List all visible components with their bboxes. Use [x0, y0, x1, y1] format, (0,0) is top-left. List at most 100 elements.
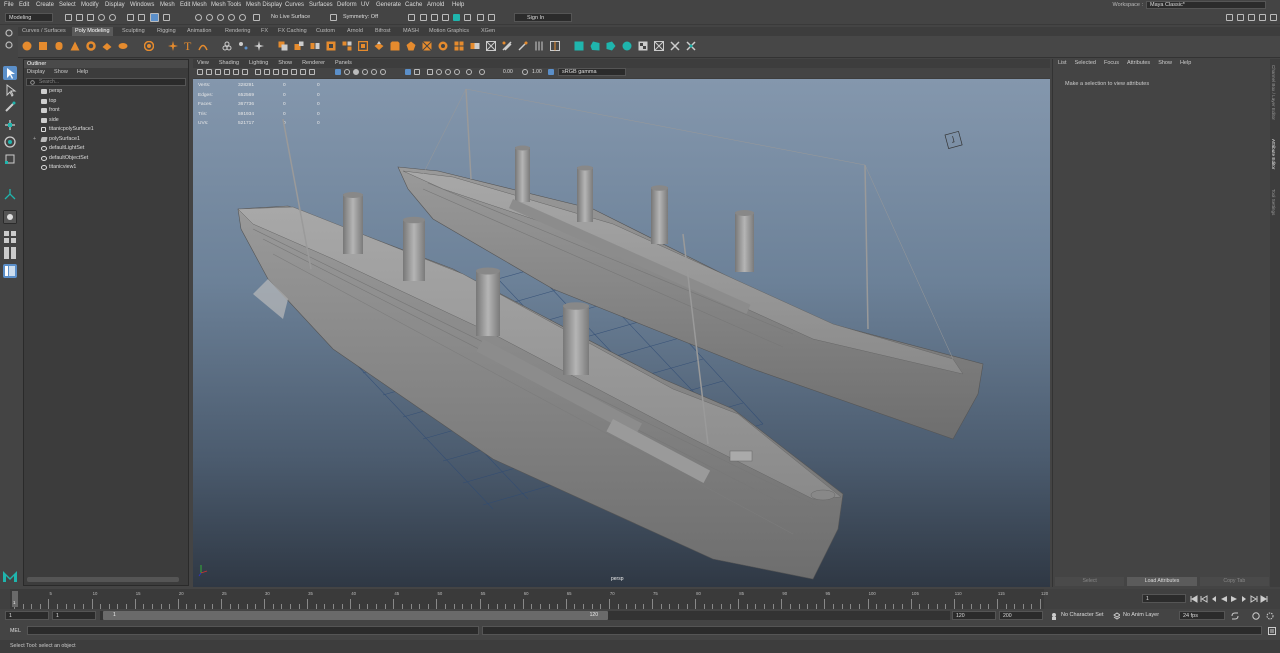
redo-icon[interactable] — [109, 14, 116, 21]
textured-icon[interactable] — [362, 69, 368, 75]
poly-cube-icon[interactable] — [38, 41, 48, 51]
select-hierarchy-icon[interactable] — [127, 14, 134, 21]
image-plane-icon[interactable] — [224, 69, 230, 75]
menu-select[interactable]: Select — [59, 2, 76, 8]
workspace-dropdown[interactable]: Maya Classic* — [1146, 1, 1266, 9]
select-mask-icon[interactable] — [163, 14, 170, 21]
add-divisions-icon[interactable] — [454, 41, 464, 51]
viewport-menu-panels[interactable]: Panels — [335, 59, 352, 68]
3d-viewport[interactable]: Verts: 328291 0 0 Edges: 652569 0 0 Faces: 3677… — [193, 79, 1050, 587]
step-forward-frame-icon[interactable] — [1240, 595, 1248, 603]
separate-icon[interactable] — [238, 41, 248, 51]
lasso-tool-icon[interactable] — [3, 83, 17, 97]
menu-create[interactable]: Create — [36, 2, 54, 8]
play-forwards-icon[interactable] — [1230, 595, 1238, 603]
menu-uv[interactable]: UV — [361, 2, 369, 8]
render-frame-icon[interactable] — [420, 14, 427, 21]
field-chart-icon[interactable] — [291, 69, 297, 75]
tab-tool-settings[interactable]: Tool Settings — [1271, 189, 1276, 215]
playback-start-field[interactable]: 1 — [52, 611, 96, 620]
expand-icon[interactable]: + — [33, 135, 36, 145]
menu-deform[interactable]: Deform — [337, 2, 357, 8]
poly-cylinder-icon[interactable] — [54, 41, 64, 51]
tab-custom[interactable]: Custom — [316, 28, 335, 34]
bridge-icon[interactable] — [342, 41, 352, 51]
snap-view-icon[interactable] — [228, 14, 235, 21]
uv-editor-icon[interactable] — [638, 41, 648, 51]
go-to-start-icon[interactable] — [1190, 595, 1198, 603]
lights-icon[interactable] — [371, 69, 377, 75]
tab-rendering[interactable]: Rendering — [225, 28, 250, 34]
tab-arnold[interactable]: Arnold — [347, 28, 363, 34]
merge-icon[interactable] — [326, 41, 336, 51]
new-scene-icon[interactable] — [65, 14, 72, 21]
attr-menu-help[interactable]: Help — [1180, 59, 1191, 68]
outliner-item[interactable]: titanicview1 — [24, 163, 188, 173]
viewport-menu-lighting[interactable]: Lighting — [249, 59, 268, 68]
exposure-value[interactable]: 0.00 — [503, 69, 513, 75]
poly-plane-icon[interactable] — [102, 41, 112, 51]
depth-of-field-icon[interactable] — [454, 69, 460, 75]
multi-cut-icon[interactable] — [518, 41, 528, 51]
tab-fx[interactable]: FX — [261, 28, 268, 34]
layer-editor-toggle-icon[interactable] — [1270, 14, 1277, 21]
outliner-item[interactable]: defaultObjectSet — [24, 154, 188, 164]
playback-end-field[interactable]: 120 — [952, 611, 996, 620]
time-slider-track[interactable]: 1510152025303540455055606570758085909510… — [10, 589, 1048, 609]
menu-generate[interactable]: Generate — [376, 2, 401, 8]
tab-channel-box[interactable]: Channel Box / Layer Editor — [1271, 65, 1276, 120]
cut-uv-icon[interactable] — [670, 41, 680, 51]
go-to-end-icon[interactable] — [1260, 595, 1268, 603]
save-scene-icon[interactable] — [87, 14, 94, 21]
persp-outliner-view-icon[interactable] — [3, 246, 17, 260]
menu-cache[interactable]: Cache — [405, 2, 422, 8]
modeling-toolkit-toggle-icon[interactable] — [1226, 14, 1233, 21]
insert-edge-loop-icon[interactable] — [550, 41, 560, 51]
select-tool-icon[interactable] — [3, 66, 17, 80]
reduce-icon[interactable] — [502, 41, 512, 51]
menu-arnold[interactable]: Arnold — [427, 2, 444, 8]
default-material-icon[interactable] — [353, 69, 359, 75]
viewport-menu-view[interactable]: View — [197, 59, 209, 68]
menu-edit-mesh[interactable]: Edit Mesh — [180, 2, 207, 8]
current-frame-field[interactable]: 1 — [1142, 594, 1186, 603]
viewport-menu-renderer[interactable]: Renderer — [302, 59, 325, 68]
film-gate-icon[interactable] — [264, 69, 270, 75]
make-live-icon[interactable] — [253, 14, 260, 21]
target-weld-icon[interactable] — [534, 41, 544, 51]
attr-menu-show[interactable]: Show — [1158, 59, 1172, 68]
sweep-mesh-icon[interactable] — [168, 41, 178, 51]
menu-help[interactable]: Help — [452, 2, 464, 8]
color-management-icon[interactable] — [548, 69, 554, 75]
tab-rigging[interactable]: Rigging — [157, 28, 176, 34]
fps-dropdown[interactable]: 24 fps — [1179, 611, 1225, 620]
extrude-icon[interactable] — [374, 41, 384, 51]
outliner-item[interactable]: defaultLightSet — [24, 144, 188, 154]
single-perspective-view-icon[interactable] — [3, 210, 17, 224]
quadrangulate-icon[interactable] — [486, 41, 496, 51]
poly-cone-icon[interactable] — [70, 41, 80, 51]
wireframe-icon[interactable] — [335, 69, 341, 75]
step-forward-key-icon[interactable] — [1250, 595, 1258, 603]
animation-start-field[interactable]: 1 — [5, 611, 49, 620]
sign-in-dropdown[interactable]: Sign In — [514, 13, 572, 22]
open-scene-icon[interactable] — [76, 14, 83, 21]
play-backwards-icon[interactable] — [1220, 595, 1228, 603]
gamma-icon[interactable] — [522, 69, 528, 75]
snap-grid-icon[interactable] — [195, 14, 202, 21]
wedge-icon[interactable] — [406, 41, 416, 51]
duplicate-face-icon[interactable] — [438, 41, 448, 51]
script-editor-icon[interactable] — [1268, 627, 1276, 635]
last-tool-icon[interactable] — [3, 187, 17, 201]
menu-windows[interactable]: Windows — [130, 2, 154, 8]
animation-preferences-icon[interactable] — [1266, 612, 1274, 620]
safe-action-icon[interactable] — [300, 69, 306, 75]
auto-map-icon[interactable] — [622, 41, 632, 51]
attr-menu-selected[interactable]: Selected — [1075, 59, 1096, 68]
paint-select-tool-icon[interactable] — [3, 100, 17, 114]
gate-mask-icon[interactable] — [282, 69, 288, 75]
menu-file[interactable]: File — [4, 2, 14, 8]
auto-key-icon[interactable] — [1252, 612, 1260, 620]
outliner-search-input[interactable]: Search... — [26, 78, 186, 86]
character-controls-icon[interactable] — [488, 14, 495, 21]
